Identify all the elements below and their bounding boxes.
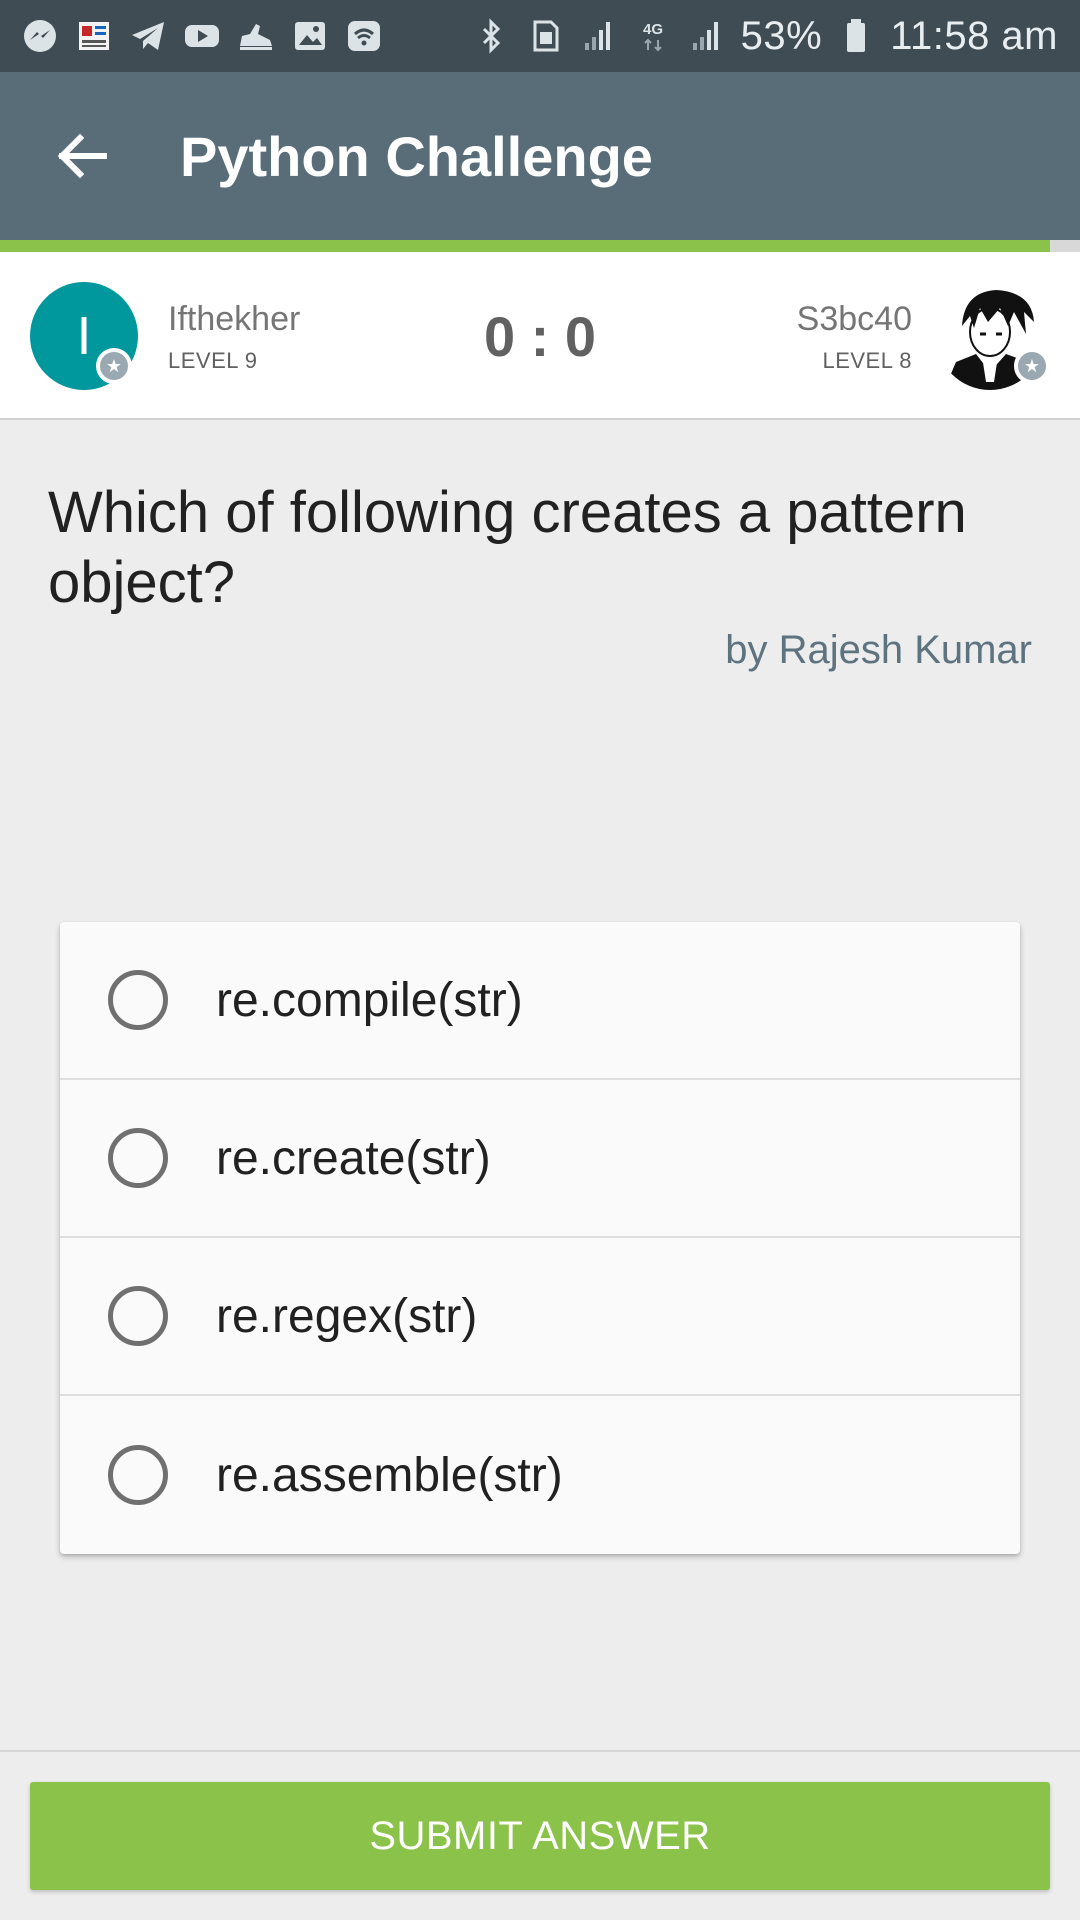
radio-button[interactable]	[108, 1128, 168, 1188]
question-author: by Rajesh Kumar	[725, 628, 1032, 672]
radio-button[interactable]	[108, 1445, 168, 1505]
level-badge-right: ★	[1014, 348, 1050, 384]
radio-button[interactable]	[108, 1286, 168, 1346]
player-level-right: LEVEL 8	[822, 348, 912, 373]
challenge-progress-fill	[0, 240, 1050, 252]
answer-option[interactable]: re.assemble(str)	[60, 1396, 1020, 1554]
answer-option[interactable]: re.create(str)	[60, 1080, 1020, 1238]
status-notifications	[20, 16, 384, 56]
players-header: I Ifthekher LEVEL 9 0 : 0 S3bc40 LEVEL 8…	[0, 252, 1080, 420]
messenger-icon	[20, 16, 60, 56]
clock: 11:58 am	[890, 13, 1058, 58]
star-icon: ★	[1023, 355, 1041, 376]
signal-icon	[579, 16, 619, 56]
back-button[interactable]	[22, 96, 142, 216]
status-bar: 4G 53% 11:58 am	[0, 0, 1080, 72]
answer-option[interactable]: re.compile(str)	[60, 922, 1020, 1080]
divider	[0, 1750, 1080, 1752]
telegram-icon	[128, 16, 168, 56]
answer-option-label: re.regex(str)	[216, 1289, 478, 1343]
youtube-icon	[182, 16, 222, 56]
answer-option-label: re.assemble(str)	[216, 1448, 563, 1502]
svg-text:4G: 4G	[643, 21, 663, 38]
answer-options: re.compile(str) re.create(str) re.regex(…	[60, 922, 1020, 1554]
newspaper-icon	[74, 16, 114, 56]
signal-icon	[687, 16, 727, 56]
star-icon: ★	[105, 355, 123, 376]
gallery-icon	[290, 16, 330, 56]
challenge-progress-bar	[0, 240, 1080, 252]
bluetooth-icon	[471, 16, 511, 56]
answer-option-label: re.create(str)	[216, 1131, 491, 1185]
submit-answer-button[interactable]: SUBMIT ANSWER	[30, 1782, 1050, 1890]
radio-button[interactable]	[108, 970, 168, 1030]
answer-option-label: re.compile(str)	[216, 973, 523, 1027]
battery-icon	[836, 16, 876, 56]
score: 0 : 0	[483, 305, 597, 368]
page-title: Python Challenge	[180, 124, 653, 188]
battery-percent: 53%	[740, 13, 823, 58]
network-4g-icon: 4G	[633, 16, 673, 56]
sneaker-icon	[236, 16, 276, 56]
arrow-back-icon	[57, 133, 107, 179]
player-name-right: S3bc40	[796, 300, 912, 338]
app-bar: Python Challenge	[0, 72, 1080, 240]
answer-option[interactable]: re.regex(str)	[60, 1238, 1020, 1396]
wifi-hotspot-icon	[344, 16, 384, 56]
level-badge-left: ★	[96, 348, 132, 384]
question-text: Which of following creates a pattern obj…	[48, 480, 967, 615]
sim-icon	[525, 16, 565, 56]
status-system: 4G 53% 11:58 am	[471, 14, 1058, 59]
